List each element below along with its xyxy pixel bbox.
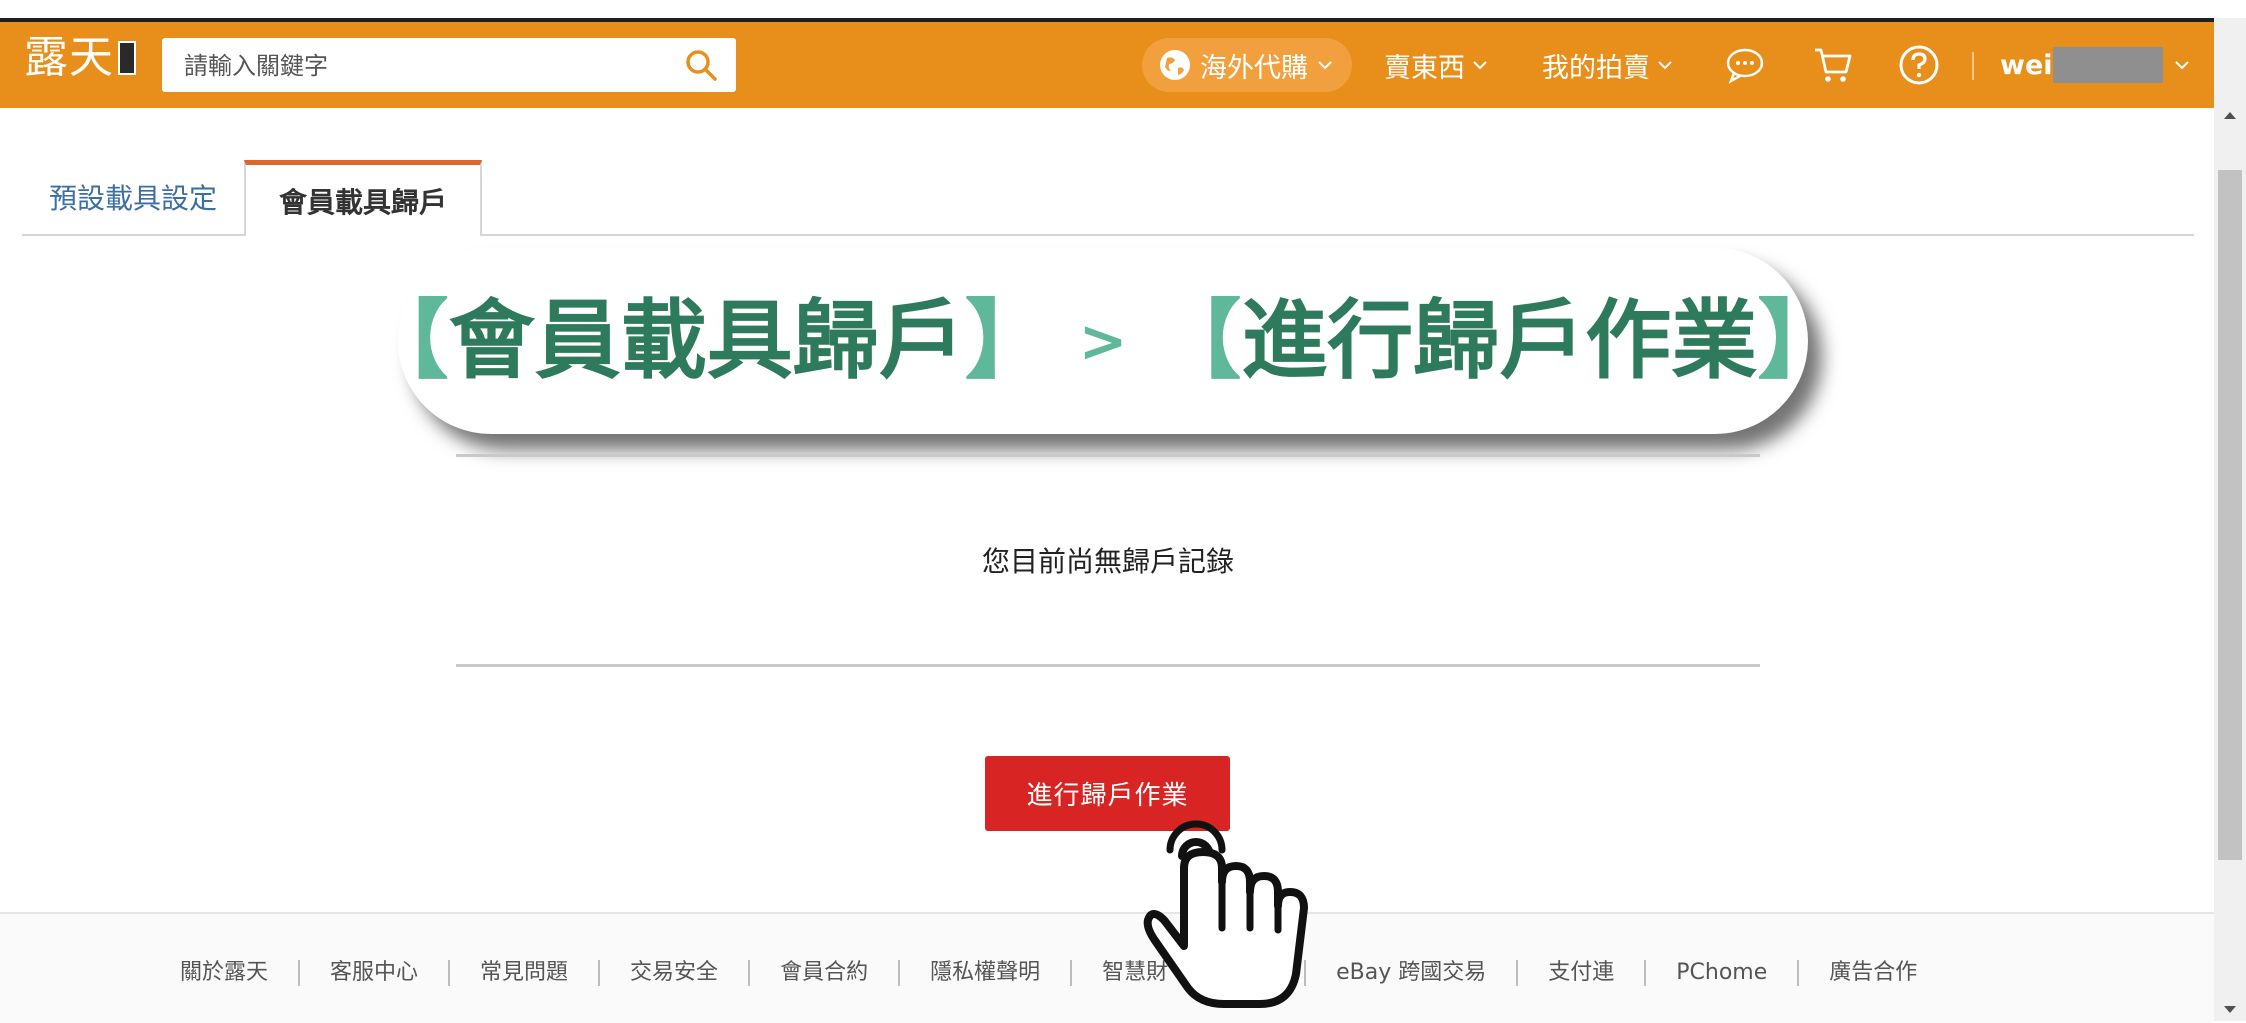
- pointing-hand-icon: [1143, 820, 1308, 1008]
- username-redaction: [2052, 47, 2163, 83]
- chevron-down-icon: [1658, 61, 1672, 70]
- chevron-down-icon: [2174, 61, 2189, 70]
- sell-label: 賣東西: [1384, 52, 1465, 84]
- content-divider-bottom: [456, 664, 1760, 667]
- my-auction-menu[interactable]: 我的拍賣: [1542, 38, 1674, 92]
- search-icon[interactable]: [684, 48, 718, 82]
- site-logo[interactable]: 露天: [24, 36, 136, 80]
- overseas-label: 海外代購: [1200, 52, 1308, 84]
- user-menu[interactable]: wei: [2000, 38, 2191, 92]
- banner-step-1: 會員載具歸戶: [448, 291, 965, 391]
- footer-link-about[interactable]: 關於露天: [150, 960, 301, 986]
- banner-step-2: 進行歸戶作業: [1241, 291, 1758, 391]
- banner-bracket-open: 【: [1155, 291, 1242, 391]
- empty-records-message: 您目前尚無歸戶記錄: [981, 545, 1234, 578]
- my-auction-label: 我的拍賣: [1542, 52, 1650, 84]
- header-divider: [1972, 52, 1974, 80]
- search-input[interactable]: [182, 48, 656, 84]
- tab-default-carrier-settings[interactable]: 預設載具設定: [22, 160, 244, 234]
- scroll-down-arrow-icon[interactable]: [2214, 1000, 2246, 1021]
- logo-text: 露天: [24, 32, 114, 83]
- banner-bracket-close: 】: [964, 291, 1051, 391]
- instruction-banner: 【 會員載具歸戶 】 > 【 進行歸戶作業 】: [363, 248, 1843, 434]
- content-divider-top: [456, 454, 1760, 457]
- tab-member-carrier-linking[interactable]: 會員載具歸戶: [244, 160, 482, 236]
- logo-badge: [118, 41, 136, 75]
- tab-bar: 預設載具設定 會員載具歸戶: [22, 160, 2194, 236]
- footer-link-service-center[interactable]: 客服中心: [300, 960, 451, 986]
- sell-menu[interactable]: 賣東西: [1384, 38, 1489, 92]
- scroll-up-arrow-icon[interactable]: [2214, 100, 2246, 130]
- banner-bracket-close: 】: [1757, 291, 1844, 391]
- chevron-down-icon: [1473, 61, 1487, 70]
- scrollbar-thumb[interactable]: [2218, 170, 2242, 860]
- search-box: [162, 38, 736, 92]
- banner-bracket-open: 【: [362, 291, 449, 391]
- footer-link-member-agreement[interactable]: 會員合約: [750, 960, 901, 986]
- footer-link-faq[interactable]: 常見問題: [450, 960, 601, 986]
- banner-arrow: >: [1078, 307, 1128, 375]
- chat-icon[interactable]: [1724, 44, 1766, 86]
- footer-link-payment[interactable]: 支付連: [1518, 960, 1647, 986]
- footer-link-privacy[interactable]: 隱私權聲明: [900, 960, 1073, 986]
- overseas-purchase-menu[interactable]: 海外代購: [1142, 38, 1352, 92]
- footer-link-trade-safety[interactable]: 交易安全: [600, 960, 751, 986]
- footer-links: 關於露天 客服中心 常見問題 交易安全 會員合約 隱私權聲明 智慧財 徵才 eB…: [150, 960, 1947, 986]
- help-icon[interactable]: [1898, 44, 1940, 86]
- globe-icon: [1160, 50, 1190, 80]
- window-top-edge: [0, 0, 2222, 22]
- user-name: wei: [2000, 49, 2053, 81]
- site-header: 露天 海外代購 賣東西 我的拍賣: [0, 22, 2214, 108]
- site-footer: 關於露天 客服中心 常見問題 交易安全 會員合約 隱私權聲明 智慧財 徵才 eB…: [0, 912, 2214, 1023]
- cart-icon[interactable]: [1812, 44, 1854, 86]
- footer-link-advertising[interactable]: 廣告合作: [1799, 960, 1947, 986]
- footer-link-ebay[interactable]: eBay 跨國交易: [1306, 960, 1519, 986]
- footer-link-pchome[interactable]: PChome: [1646, 960, 1800, 986]
- chevron-down-icon: [1318, 61, 1332, 70]
